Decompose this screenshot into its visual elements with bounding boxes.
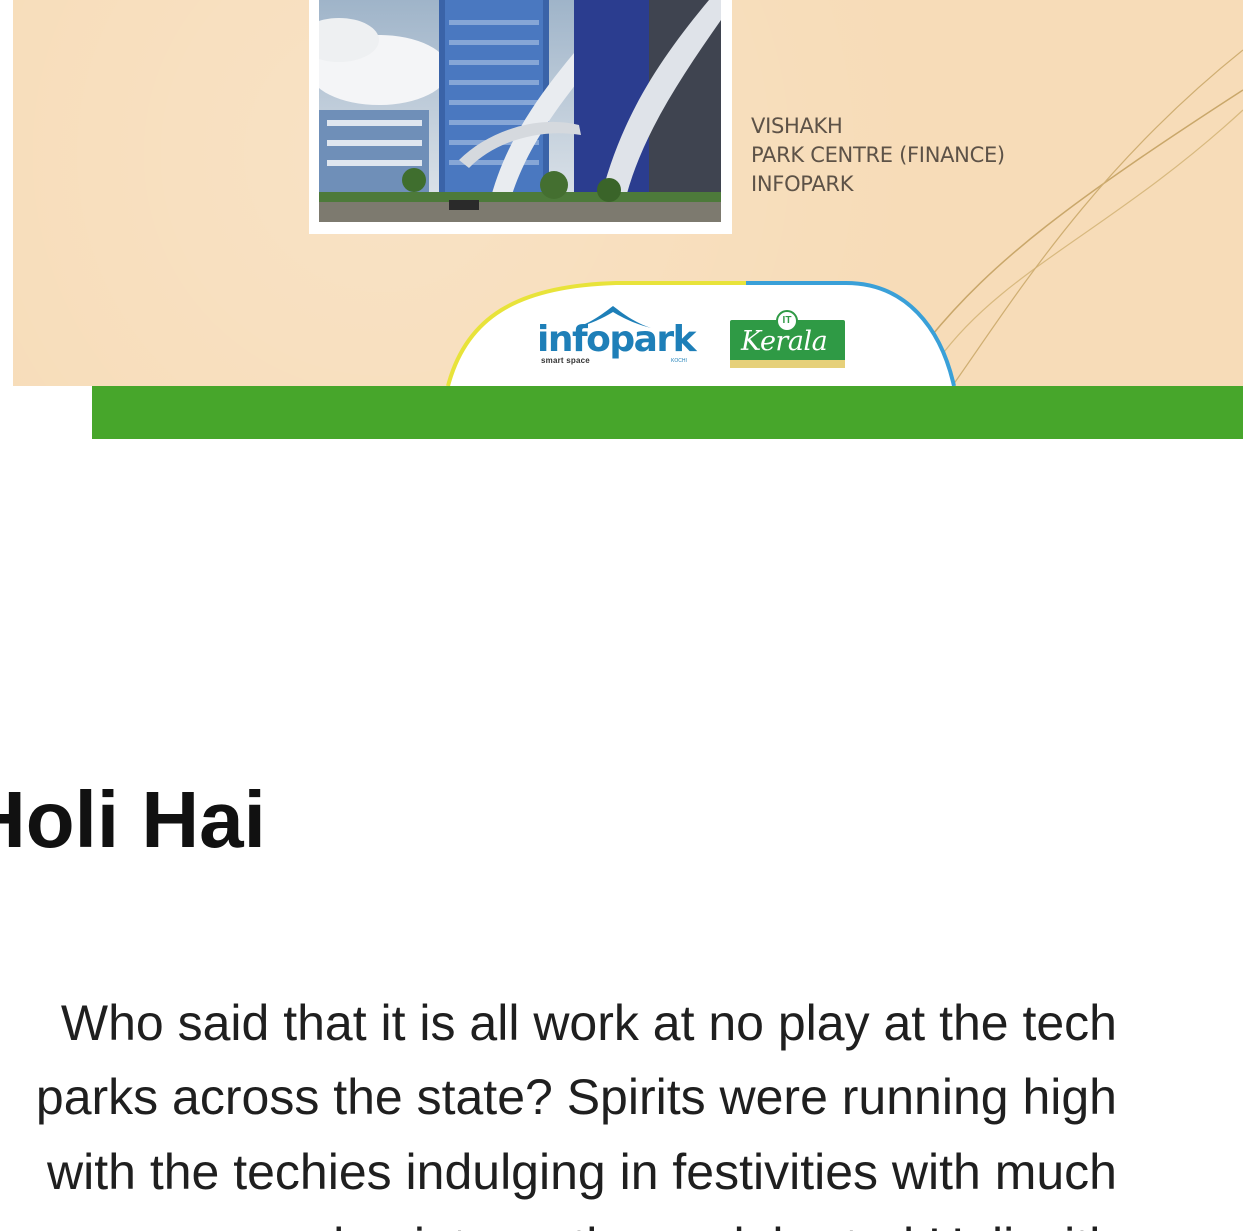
green-accent-bar	[92, 386, 1243, 439]
caption-name: VISHAKH	[751, 114, 843, 138]
page: VISHAKH PARK CENTRE (FINANCE) INFOPARK i…	[0, 0, 1243, 1231]
body-line: parks across the state? Spirits were run…	[35, 1069, 1117, 1125]
photo-caption: VISHAKH PARK CENTRE (FINANCE) INFOPARK	[751, 112, 1005, 199]
infopark-city: KOCHI	[671, 358, 687, 364]
article-title: Holi Hai	[0, 775, 266, 864]
kerala-logo-strip	[730, 360, 845, 368]
body-line: Who said that it is all work at no play …	[60, 995, 1117, 1051]
caption-organization: INFOPARK	[751, 172, 854, 196]
body-line: pomp and gaiety as they celebrated Holi …	[122, 1209, 1117, 1231]
infopark-tagline: smart space	[541, 356, 590, 365]
body-line: with the techies indulging in festivitie…	[47, 1144, 1117, 1200]
infopark-banner: VISHAKH PARK CENTRE (FINANCE) INFOPARK i…	[13, 0, 1243, 386]
kerala-it-badge: IT	[776, 310, 798, 332]
building-photo	[319, 0, 721, 222]
infopark-logo: infopark	[537, 319, 697, 360]
caption-department: PARK CENTRE (FINANCE)	[751, 143, 1005, 167]
logo-arch	[446, 281, 956, 386]
